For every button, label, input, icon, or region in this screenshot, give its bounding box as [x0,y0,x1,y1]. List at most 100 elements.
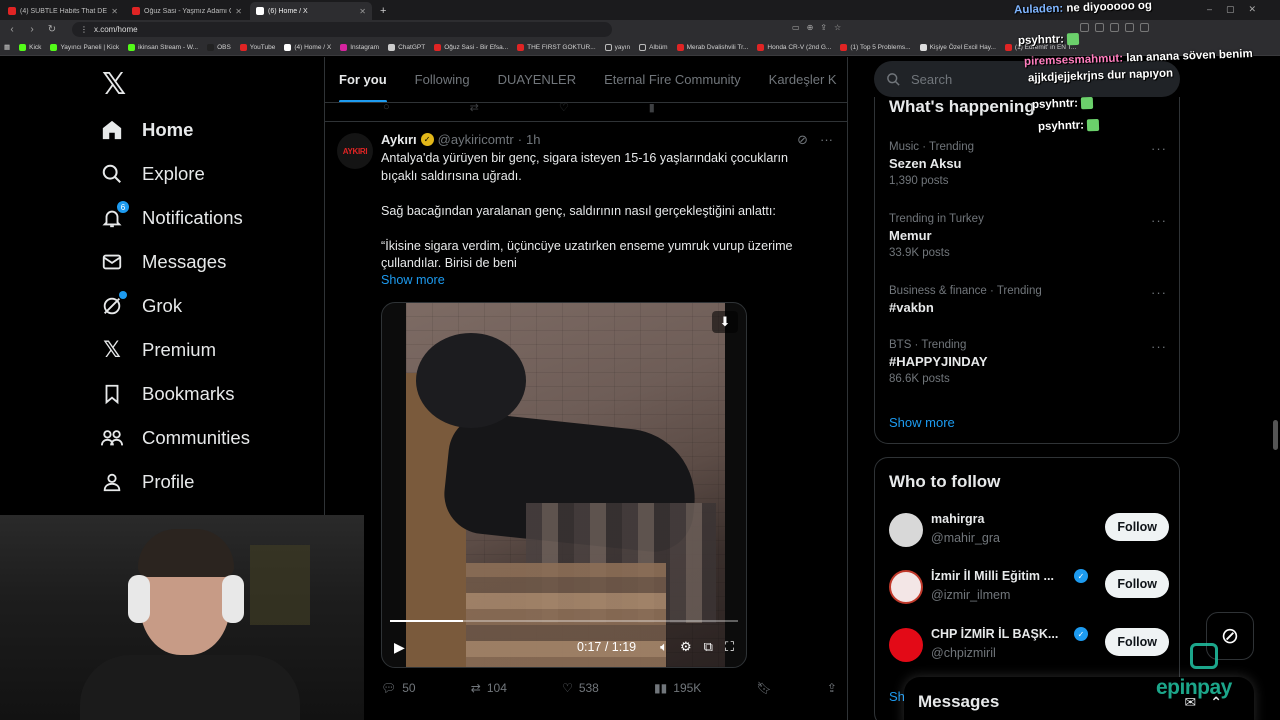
tab-duayenler[interactable]: DUAYENLER [498,57,577,102]
avatar[interactable] [889,628,923,662]
screen-icon[interactable]: ▭ [792,23,800,32]
trend-item[interactable]: BTS · Trending #HAPPYJINDAY 86.6K posts … [889,339,1167,385]
views-button[interactable]: ▮▮ 195K [654,681,701,695]
scrollbar[interactable] [1273,420,1278,450]
show-more-link[interactable]: Show more [889,415,955,430]
new-tab-button[interactable]: + [380,5,386,17]
reload-icon[interactable]: ↻ [44,24,60,35]
author-handle[interactable]: @aykiricomtr [438,132,514,147]
bookmark-item[interactable]: (1) Top 5 Problems... [840,43,911,51]
reply-icon[interactable]: ○ [383,101,390,114]
bookmark-item[interactable]: (4) Home / X [284,43,331,51]
like-icon[interactable]: ♡ [559,101,569,114]
bookmark-item[interactable]: (1) Edremit' in EN T... [1004,43,1076,51]
follow-button[interactable]: Follow [1105,628,1169,656]
bookmark-folder[interactable]: Albüm [639,43,668,51]
url-field[interactable]: ⋮ x.com/home [72,22,612,37]
close-tab-icon[interactable]: ✕ [359,7,366,16]
nav-bookmarks[interactable]: Bookmarks [100,374,235,414]
tweet-time[interactable]: 1h [526,132,540,147]
nav-home[interactable]: Home [100,110,193,150]
repost-icon[interactable]: ⇄ [470,101,479,114]
x-logo-icon[interactable]: 𝕏 [102,67,126,102]
nav-premium[interactable]: 𝕏 Premium [100,330,216,370]
share-icon[interactable]: ⇪ [820,23,827,32]
bookmark-item[interactable]: ChatGPT [388,43,425,51]
trend-item[interactable]: Music · Trending Sezen Aksu 1,390 posts … [889,141,1167,187]
follow-suggestion[interactable]: İzmir İl Milli Eğitim ... ✓ @izmir_ilmem… [889,568,1169,608]
bookmark-item[interactable]: ikinsan Stream - W... [128,43,198,51]
share-button[interactable]: ⇪ [827,681,837,695]
zoom-icon[interactable]: ⊕ [807,23,814,32]
bookmark-item[interactable]: Merab Dvalishvili Tr... [676,43,748,51]
volume-icon[interactable]: 🔈︎ [660,639,668,655]
settings-gear-icon[interactable]: ⚙ [680,639,692,655]
show-more-link[interactable]: Show more [381,273,833,287]
tweet[interactable]: AYKIRI Aykırı ✓ @aykiricomtr · 1h ⊘ ··· … [325,121,847,297]
follow-suggestion[interactable]: CHP İZMİR İL BAŞK... ✓ @chpizmiril Follo… [889,626,1169,666]
apps-grid-icon[interactable]: ▦ [4,43,10,51]
show-more-link[interactable]: Sh [889,689,905,704]
bookmark-item[interactable]: Oğuz Sasi - Bir Efsa... [434,43,508,51]
pip-icon[interactable]: ⧉ [704,639,713,655]
reply-button[interactable]: 💬︎ 50 [381,681,416,695]
nav-explore[interactable]: Explore [100,154,205,194]
bookmark-folder[interactable]: yayın [604,43,630,51]
more-options-icon[interactable]: ··· [1151,141,1167,156]
grok-icon[interactable]: ⊘ [797,132,808,148]
tab-eternal-fire-community[interactable]: Eternal Fire Community [604,57,741,102]
close-tab-icon[interactable]: ✕ [111,7,118,16]
play-icon[interactable]: ▶ [394,639,405,656]
download-icon[interactable]: ⬇ [712,311,738,333]
follow-button[interactable]: Follow [1105,570,1169,598]
bookmark-item[interactable]: OBS [207,43,231,51]
extension-icon[interactable] [1110,23,1119,32]
tab-for-you[interactable]: For you [339,57,387,102]
video-player[interactable]: ⬇ ▶ 0:17 / 1:19 🔈︎ ⚙ ⧉ ⛶ [381,302,747,668]
nav-messages[interactable]: Messages [100,242,226,282]
nav-communities[interactable]: Communities [100,418,250,458]
nav-notifications[interactable]: 6 Notifications [100,198,243,238]
follow-button[interactable]: Follow [1105,513,1169,541]
search-input[interactable]: Search [874,61,1180,97]
more-options-icon[interactable]: ··· [1151,213,1167,228]
extension-icon[interactable] [1140,23,1149,32]
browser-tab[interactable]: Oğuz Sasi - Yaşmız Adamı Olmak - ... ✕ [126,2,248,20]
like-button[interactable]: ♡ 538 [562,681,599,695]
site-info-icon[interactable]: ⋮ [80,25,88,34]
bookmark-item[interactable]: THE FIRST GOKTUR... [517,43,596,51]
close-tab-icon[interactable]: ✕ [235,7,242,16]
avatar[interactable] [889,513,923,547]
author-name[interactable]: Aykırı [381,132,417,147]
extension-icon[interactable] [1080,23,1089,32]
back-arrow-icon[interactable]: ‹ [4,24,20,35]
bookmark-item[interactable]: Kişiye Özel Excil Hay... [919,43,996,51]
bookmark-item[interactable]: YouTube [239,43,275,51]
bookmark-item[interactable]: Honda CR-V (2nd G... [757,43,831,51]
extension-icon[interactable] [1095,23,1104,32]
more-options-icon[interactable]: ··· [1151,339,1167,354]
trend-item[interactable]: Business & finance · Trending #vakbn ··· [889,285,1167,315]
follow-suggestion[interactable]: mahirgra @mahir_gra Follow [889,511,1169,551]
nav-profile[interactable]: Profile [100,462,194,502]
repost-button[interactable]: ⇄ 104 [471,681,507,695]
avatar[interactable] [889,570,923,604]
extension-icon[interactable] [1125,23,1134,32]
more-options-icon[interactable]: ··· [1151,285,1167,300]
fullscreen-icon[interactable]: ⛶ [725,639,734,655]
nav-grok[interactable]: Grok [100,286,182,326]
trend-item[interactable]: Trending in Turkey Memur 33.9K posts ··· [889,213,1167,259]
tab-following[interactable]: Following [415,57,470,102]
more-options-icon[interactable]: ··· [820,132,833,148]
views-icon[interactable]: ▮ [649,101,655,114]
browser-tab[interactable]: (4) SUBTLE Habits That DESTROY Yo...✕ [2,2,124,20]
bookmark-item[interactable]: Yayıncı Paneli | Kick [50,43,119,51]
bookmark-item[interactable]: Kick [19,43,41,51]
tab-kardesler[interactable]: Kardeşler K [769,57,837,102]
star-icon[interactable]: ☆ [834,23,841,32]
bookmark-button[interactable]: 🔖︎ [756,681,771,695]
forward-arrow-icon[interactable]: › [24,24,40,35]
browser-tab-active[interactable]: (6) Home / X ✕ [250,2,372,20]
bookmark-item[interactable]: Instagram [340,43,379,51]
avatar[interactable]: AYKIRI [337,133,373,169]
